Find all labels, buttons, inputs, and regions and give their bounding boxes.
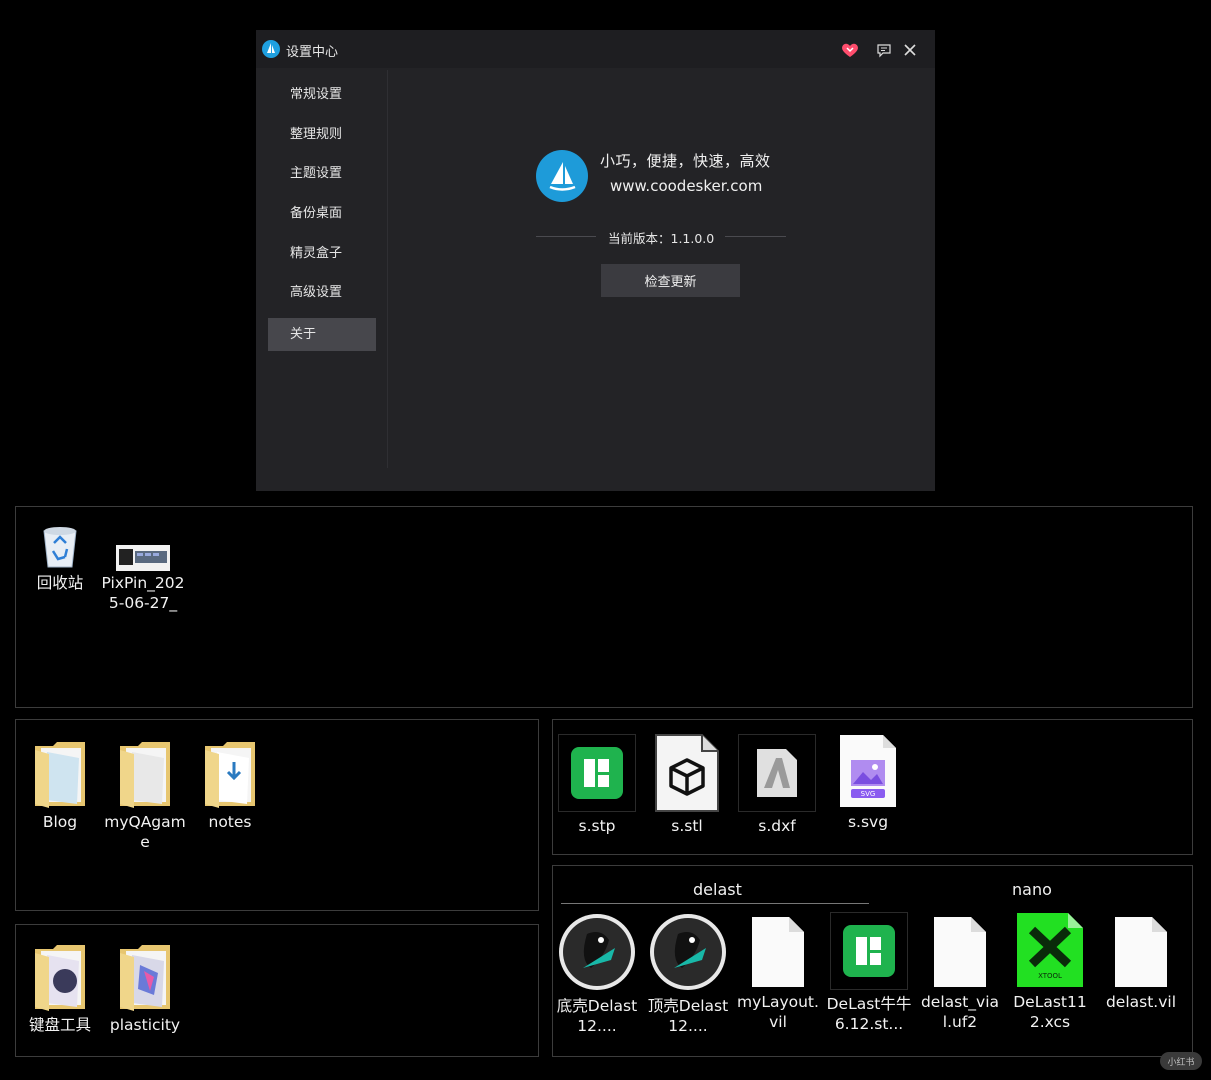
- desktop-item-label: notes: [208, 813, 252, 831]
- desktop-box-tools: 键盘工具 plasticity: [15, 924, 539, 1057]
- settings-window: 设置中心 常规设置 整理规则 主题设置 备份桌面 精灵盒子 高级设置 关于 小巧…: [256, 30, 935, 491]
- desktop-item-label: Blog: [42, 813, 78, 831]
- blank-file-icon: [934, 917, 986, 987]
- folder-icon: [120, 945, 170, 1011]
- nav-sprite-box[interactable]: 精灵盒子: [268, 237, 376, 270]
- about-slogan: 小巧，便捷，快速，高效: [600, 152, 771, 170]
- desktop-item-top-shell[interactable]: 顶壳Delast12....: [645, 912, 731, 1036]
- folder-icon: [120, 742, 170, 808]
- nav-rules[interactable]: 整理规则: [268, 118, 376, 151]
- recycle-bin-icon: [43, 527, 77, 568]
- nav-advanced[interactable]: 高级设置: [268, 276, 376, 309]
- cube-file-icon: [655, 734, 719, 812]
- desktop-box-main: 回收站 PixPin_2025-06-27_: [15, 506, 1193, 708]
- xtool-icon: XTOOL: [1017, 913, 1083, 987]
- version-text: 当前版本：1.1.0.0: [608, 231, 715, 246]
- nav-general[interactable]: 常规设置: [268, 78, 376, 111]
- desktop-box-folders: Blog myQAgame notes: [15, 719, 539, 911]
- app-logo-icon: [262, 40, 280, 58]
- watermark: 小红书: [1160, 1052, 1202, 1070]
- desktop-item-pixpin[interactable]: PixPin_2025-06-27_: [100, 545, 186, 613]
- feedback-icon[interactable]: [873, 39, 895, 61]
- desktop-item-label: myQAgame: [104, 813, 186, 851]
- desktop-item-label: PixPin_2025-06-27_: [101, 574, 185, 612]
- heart-icon[interactable]: [839, 39, 861, 61]
- desktop-item-label: myLayout.vil: [737, 993, 819, 1031]
- desktop-item-s-svg[interactable]: SVG s.svg: [825, 734, 911, 832]
- sailboat-logo-icon: [536, 150, 588, 202]
- penguin-icon: [559, 914, 635, 990]
- group-label-delast: delast: [693, 880, 742, 899]
- image-thumbnail-icon: [116, 545, 170, 571]
- group-underline: [561, 903, 869, 904]
- desktop-item-s-stl[interactable]: s.stl: [644, 734, 730, 836]
- desktop-item-label: s.stl: [671, 817, 703, 835]
- desktop-item-label: DeLast112.xcs: [1013, 993, 1087, 1031]
- desktop-item-delast-vial[interactable]: delast_vial.uf2: [917, 916, 1003, 1032]
- desktop-item-label: DeLast牛牛 6.12.st...: [826, 995, 912, 1033]
- blank-file-icon: [1115, 917, 1167, 987]
- desktop-item-mylayout[interactable]: myLayout.vil: [735, 916, 821, 1032]
- nav-backup[interactable]: 备份桌面: [268, 197, 376, 230]
- group-label-nano: nano: [1012, 880, 1052, 899]
- desktop-item-delast-vil[interactable]: delast.vil: [1098, 916, 1184, 1012]
- green-app-icon: [571, 747, 623, 799]
- sidebar-divider: [387, 70, 388, 468]
- folder-icon: [205, 742, 255, 808]
- window-title: 设置中心: [286, 45, 339, 60]
- penguin-icon: [650, 914, 726, 990]
- divider-right: [725, 236, 786, 237]
- desktop-item-label: s.stp: [578, 817, 616, 835]
- title-bar[interactable]: 设置中心: [256, 30, 935, 68]
- svg-text:SVG: SVG: [861, 790, 876, 798]
- desktop-item-label: 底壳Delast12....: [556, 997, 638, 1035]
- about-url[interactable]: www.coodesker.com: [610, 177, 762, 195]
- desktop-item-myqagame[interactable]: myQAgame: [102, 740, 188, 852]
- folder-icon: [35, 742, 85, 808]
- desktop-item-label: delast.vil: [1105, 993, 1177, 1011]
- desktop-item-label: s.svg: [847, 813, 889, 831]
- folder-icon: [35, 945, 85, 1011]
- desktop-item-notes[interactable]: notes: [187, 740, 273, 832]
- desktop-item-s-dxf[interactable]: s.dxf: [734, 734, 820, 836]
- desktop-item-label: delast_vial.uf2: [920, 993, 1000, 1031]
- autocad-icon: [757, 749, 797, 797]
- desktop-box-cad-files: s.stp s.stl s.dxf SVG s.svg: [552, 719, 1193, 855]
- desktop-item-recycle-bin[interactable]: 回收站: [17, 521, 103, 593]
- desktop-item-delast-xcs[interactable]: XTOOL DeLast112.xcs: [1007, 912, 1093, 1032]
- desktop-item-delast-niuniu[interactable]: DeLast牛牛 6.12.st...: [826, 912, 912, 1034]
- desktop-item-blog[interactable]: Blog: [17, 740, 103, 832]
- svg-file-icon: SVG: [840, 735, 896, 807]
- svg-text:XTOOL: XTOOL: [1038, 972, 1062, 980]
- blank-file-icon: [752, 917, 804, 987]
- green-app-icon: [843, 925, 895, 977]
- check-update-button[interactable]: 检查更新: [601, 264, 740, 297]
- desktop-item-label: s.dxf: [758, 817, 796, 835]
- desktop-item-bottom-shell[interactable]: 底壳Delast12....: [554, 912, 640, 1036]
- desktop-box-delast: delast nano 底壳Delast12.... 顶壳Delast12...: [552, 865, 1193, 1057]
- nav-about[interactable]: 关于: [268, 318, 376, 351]
- desktop-item-s-stp[interactable]: s.stp: [554, 734, 640, 836]
- desktop-item-label: plasticity: [109, 1016, 181, 1034]
- desktop-item-label: 顶壳Delast12....: [647, 997, 729, 1035]
- desktop-item-label: 键盘工具: [28, 1016, 91, 1034]
- close-icon[interactable]: [899, 39, 921, 61]
- desktop-item-keyboard-tools[interactable]: 键盘工具: [17, 943, 103, 1035]
- nav-theme[interactable]: 主题设置: [268, 157, 376, 190]
- divider-left: [536, 236, 596, 237]
- desktop-item-label: 回收站: [36, 574, 84, 592]
- desktop-item-plasticity[interactable]: plasticity: [102, 943, 188, 1035]
